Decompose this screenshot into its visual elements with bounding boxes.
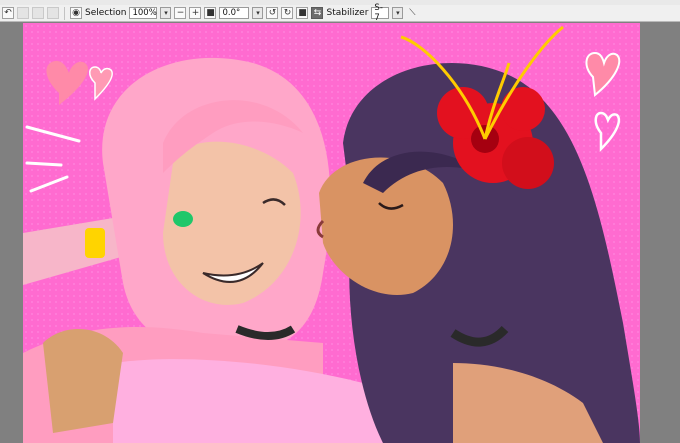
selection-label: Selection xyxy=(85,8,127,18)
rotate-left-icon[interactable]: ↺ xyxy=(266,7,279,19)
zoom-dropdown[interactable]: ▾ xyxy=(160,7,172,19)
redo-icon[interactable] xyxy=(17,7,29,19)
plus-icon[interactable]: + xyxy=(189,7,202,19)
stabilizer-label: Stabilizer xyxy=(326,8,369,18)
pen-icon[interactable]: ⟍ xyxy=(406,7,418,19)
rotation-dropdown[interactable]: ▾ xyxy=(252,7,264,19)
rotate-right-icon[interactable]: ↻ xyxy=(281,7,294,19)
stabilizer-field[interactable]: S-7 xyxy=(371,3,390,23)
toolbar-separator xyxy=(64,6,65,20)
zoom-field[interactable]: 100% xyxy=(129,7,158,19)
stabilizer-dropdown[interactable]: ▾ xyxy=(392,7,404,19)
reset-icon[interactable]: ■ xyxy=(296,7,309,19)
flip-icon[interactable]: ⇆ xyxy=(311,7,324,19)
green-eye-shape xyxy=(173,211,193,227)
bracelet-shape xyxy=(85,228,105,258)
eye-icon[interactable]: ◉ xyxy=(70,7,82,19)
deselect-button[interactable] xyxy=(47,7,59,19)
drawing-canvas[interactable] xyxy=(23,23,640,443)
clear-button[interactable] xyxy=(32,7,44,19)
fit-icon[interactable]: ■ xyxy=(204,7,217,19)
minus-icon[interactable]: − xyxy=(174,7,187,19)
artwork xyxy=(23,23,640,443)
hand-shape xyxy=(43,329,123,433)
rotation-field[interactable]: 0.0° xyxy=(219,7,250,19)
undo-icon[interactable]: ↶ xyxy=(2,7,14,19)
tool-property-bar: ↶ ◉ Selection 100% ▾ − + ■ 0.0° ▾ ↺ ↻ ■ … xyxy=(0,3,680,23)
